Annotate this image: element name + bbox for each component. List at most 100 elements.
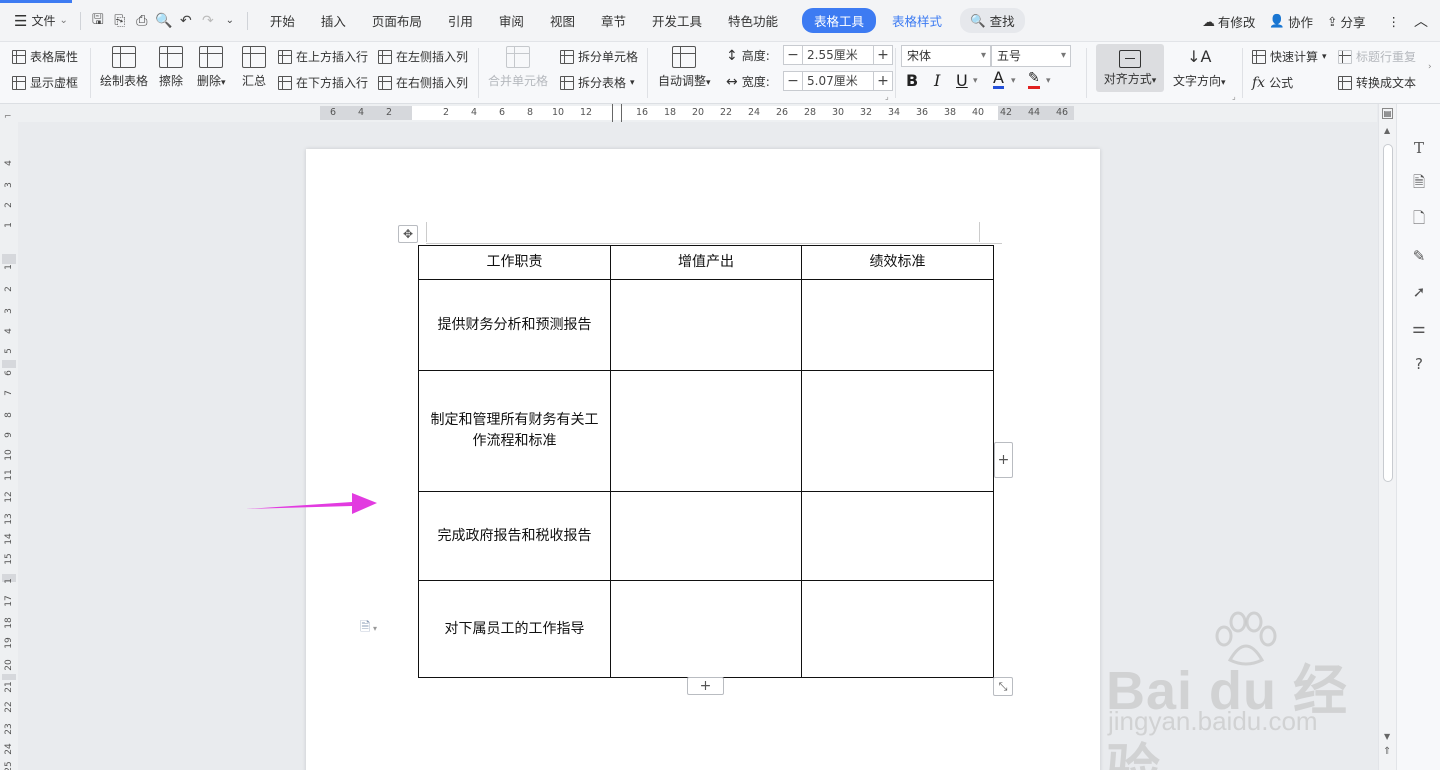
erase-button[interactable]: 擦除 — [159, 46, 183, 89]
page-up-icon[interactable]: ⇑ — [1383, 746, 1391, 757]
table-cell[interactable] — [801, 279, 994, 371]
resize-table-icon[interactable]: ⤡ — [993, 677, 1013, 696]
chevron-down-icon[interactable]: ▾ — [1011, 76, 1016, 86]
bold-icon[interactable]: B — [906, 71, 918, 90]
insert-column-left-button[interactable]: 在左侧插入列 — [378, 48, 468, 65]
merge-cells-button[interactable]: 合并单元格 — [488, 46, 548, 89]
help-icon[interactable]: ? — [1409, 354, 1429, 374]
auto-adjust-button[interactable]: 自动调整▾ — [658, 46, 711, 89]
increase-width-button[interactable]: + — [873, 71, 893, 91]
scrollbar-thumb[interactable] — [1383, 144, 1393, 482]
table-cell[interactable]: 对下属员工的工作指导 — [418, 580, 611, 678]
show-grid-button[interactable]: 显示虚框 — [12, 74, 78, 91]
tab-insert[interactable]: 插入 — [311, 11, 356, 30]
search-button[interactable]: 🔍 查找 — [960, 8, 1025, 33]
insert-row-above-button[interactable]: 在上方插入行 — [278, 48, 368, 65]
vertical-scrollbar[interactable]: ▤ ▲ ▼ ⇑ — [1378, 104, 1396, 770]
italic-icon[interactable]: I — [934, 71, 940, 90]
tab-special[interactable]: 特色功能 — [718, 11, 788, 30]
table-cell[interactable] — [610, 491, 802, 581]
highlight-icon[interactable]: ✎ — [1028, 70, 1040, 89]
cursor-icon[interactable]: ➚ — [1409, 282, 1429, 302]
table-cell[interactable] — [610, 580, 802, 678]
table-cell[interactable] — [801, 370, 994, 492]
summary-button[interactable]: 汇总 — [242, 46, 266, 89]
file-menu[interactable]: ☰ 文件 ⌄ — [14, 12, 68, 30]
font-size-select[interactable]: 五号 — [991, 45, 1071, 67]
print-preview-icon[interactable]: 🔍 — [153, 10, 175, 32]
split-cells-button[interactable]: 拆分单元格 — [560, 48, 638, 65]
redo-icon[interactable]: ↷ — [197, 10, 219, 32]
tab-home[interactable]: 开始 — [260, 11, 305, 30]
customize-icon[interactable]: ⌄ — [219, 10, 241, 32]
repeat-header-button[interactable]: 标题行重复 — [1338, 48, 1416, 65]
row-height-input[interactable]: 2.55厘米 — [803, 45, 873, 65]
increase-height-button[interactable]: + — [873, 45, 893, 65]
expand-icon[interactable]: ⌟ — [885, 92, 889, 101]
text-style-icon[interactable]: T — [1409, 138, 1429, 158]
tab-page-layout[interactable]: 页面布局 — [362, 11, 432, 30]
text-direction-button[interactable]: ↓A 文字方向▾ — [1173, 46, 1226, 89]
table-properties-button[interactable]: 表格属性 — [12, 48, 78, 65]
sliders-icon[interactable]: ⚌ — [1409, 318, 1429, 338]
tab-view[interactable]: 视图 — [540, 11, 585, 30]
tab-review[interactable]: 审阅 — [489, 11, 534, 30]
tab-developer[interactable]: 开发工具 — [642, 11, 712, 30]
collab-button[interactable]: 👤 协作 — [1269, 12, 1313, 31]
tab-table-style[interactable]: 表格样式 — [882, 11, 952, 30]
table-cell[interactable]: 提供财务分析和预测报告 — [418, 279, 611, 371]
vertical-ruler[interactable]: 4 3 2 1 1 2 3 4 5 6 7 8 9 10 11 12 13 14 15 1 17 18 19 20 21 22 23… — [0, 122, 18, 770]
expand-icon[interactable]: ⌟ — [1232, 92, 1236, 101]
draw-table-button[interactable]: 绘制表格 — [100, 46, 148, 89]
tab-chapter[interactable]: 章节 — [591, 11, 636, 30]
chevron-down-icon[interactable]: ▾ — [1046, 76, 1051, 86]
doc-settings-icon[interactable]: 🗋 — [1409, 209, 1429, 230]
undo-icon[interactable]: ↶ — [175, 10, 197, 32]
chevron-down-icon[interactable]: ▾ — [973, 76, 978, 86]
insert-column-right-button[interactable]: 在右侧插入列 — [378, 74, 468, 91]
decrease-height-button[interactable]: − — [783, 45, 803, 65]
horizontal-ruler[interactable]: 6 4 2 2 4 6 8 10 12 16 18 20 22 24 26 28 30 32 34 36 38 40 42 4… — [0, 104, 1377, 122]
table-cell[interactable] — [801, 491, 994, 581]
font-color-icon[interactable]: A — [993, 70, 1004, 89]
header-cell-output[interactable]: 增值产出 — [610, 245, 802, 280]
decrease-width-button[interactable]: − — [783, 71, 803, 91]
document-icon[interactable]: 🗎 — [1409, 173, 1429, 194]
table-cell[interactable] — [801, 580, 994, 678]
share-button[interactable]: ⇪ 分享 — [1327, 12, 1366, 31]
table-move-handle[interactable]: ✥ — [398, 225, 418, 243]
tab-table-tools[interactable]: 表格工具 — [802, 8, 877, 33]
table-cell[interactable]: 完成政府报告和税收报告 — [418, 491, 611, 581]
table-cell[interactable] — [610, 370, 802, 492]
tab-references[interactable]: 引用 — [438, 11, 483, 30]
header-cell-standard[interactable]: 绩效标准 — [801, 245, 994, 280]
collapse-ribbon-icon[interactable]: ︿ — [1414, 11, 1428, 31]
more-icon[interactable]: ⋮ — [1388, 14, 1401, 29]
document-table[interactable]: 工作职责 增值产出 绩效标准 提供财务分析和预测报告 制定和管理所有财务有关工作… — [418, 245, 994, 678]
col-width-input[interactable]: 5.07厘米 — [803, 71, 873, 91]
scroll-up-icon[interactable]: ▲ — [1384, 126, 1390, 135]
delete-button[interactable]: 删除▾ — [197, 46, 226, 89]
convert-to-text-button[interactable]: 转换成文本 — [1338, 74, 1416, 91]
quick-calc-button[interactable]: 快速计算 ▾ — [1252, 48, 1327, 65]
row-height-stepper[interactable]: − 2.55厘米 + — [783, 45, 893, 65]
split-table-button[interactable]: 拆分表格 ▾ — [560, 74, 635, 91]
export-icon[interactable]: ⎘ — [109, 10, 131, 32]
add-column-button[interactable]: + — [994, 442, 1013, 478]
scroll-down-icon[interactable]: ▼ — [1384, 732, 1390, 741]
insert-row-below-button[interactable]: 在下方插入行 — [278, 74, 368, 91]
ribbon-scroll-icon[interactable]: › — [1428, 62, 1438, 82]
underline-icon[interactable]: U — [956, 71, 968, 90]
table-cell[interactable] — [610, 279, 802, 371]
modified-status[interactable]: ☁ 有修改 — [1202, 12, 1255, 31]
header-cell-duties[interactable]: 工作职责 — [418, 245, 611, 280]
scroll-top-icon[interactable]: ▤ — [1382, 108, 1393, 119]
pen-icon[interactable]: ✎ — [1409, 246, 1429, 266]
align-button[interactable]: 对齐方式▾ — [1096, 44, 1164, 92]
add-row-button[interactable]: + — [687, 677, 724, 695]
paragraph-options-icon[interactable]: 🗎 ▾ — [360, 618, 377, 640]
ruler-indent-marker[interactable] — [612, 104, 622, 122]
col-width-stepper[interactable]: − 5.07厘米 + — [783, 71, 893, 91]
save-icon[interactable]: 🖫 — [87, 10, 109, 32]
font-name-select[interactable]: 宋体 — [901, 45, 991, 67]
